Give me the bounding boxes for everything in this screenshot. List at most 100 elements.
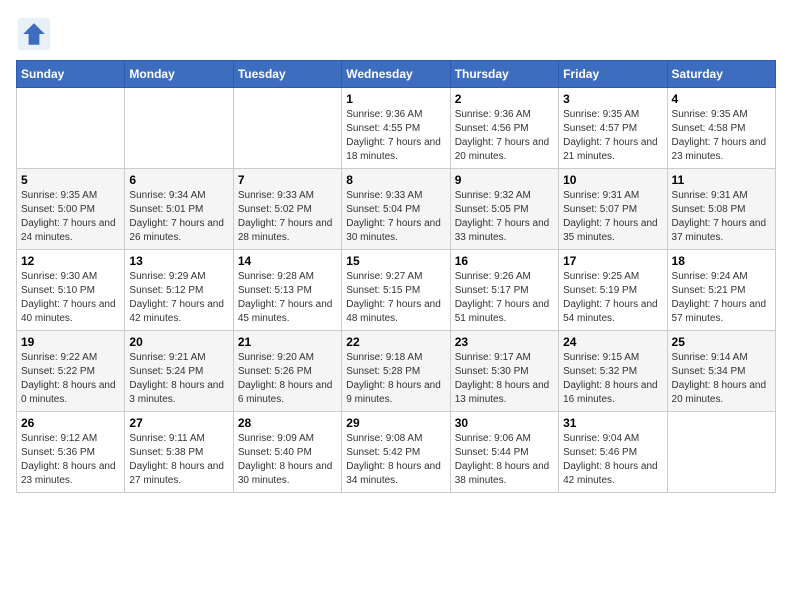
day-cell: 19 Sunrise: 9:22 AMSunset: 5:22 PMDayligh… [17,331,125,412]
day-info: Sunrise: 9:11 AMSunset: 5:38 PMDaylight:… [129,432,228,488]
day-info: Sunrise: 9:20 AMSunset: 5:26 PMDaylight:… [238,351,337,407]
day-info: Sunrise: 9:22 AMSunset: 5:22 PMDaylight:… [21,351,120,407]
day-info: Sunrise: 9:33 AMSunset: 5:02 PMDaylight:… [238,189,337,245]
day-number: 13 [129,254,228,268]
day-cell: 6 Sunrise: 9:34 AMSunset: 5:01 PMDaylight… [125,169,233,250]
day-number: 28 [238,416,337,430]
day-number: 15 [346,254,445,268]
day-cell: 25 Sunrise: 9:14 AMSunset: 5:34 PMDayligh… [667,331,775,412]
day-cell: 11Sunrise: 9:31 AMSunset: 5:08 PMDayligh… [667,169,775,250]
day-cell: 8 Sunrise: 9:33 AMSunset: 5:04 PMDaylight… [342,169,450,250]
day-number: 8 [346,173,445,187]
day-number: 12 [21,254,120,268]
day-cell [125,88,233,169]
day-cell: 12 Sunrise: 9:30 AMSunset: 5:10 PMDayligh… [17,250,125,331]
day-cell: 10 Sunrise: 9:31 AMSunset: 5:07 PMDayligh… [559,169,667,250]
day-cell: 2 Sunrise: 9:36 AMSunset: 4:56 PMDaylight… [450,88,558,169]
day-cell: 9 Sunrise: 9:32 AMSunset: 5:05 PMDaylight… [450,169,558,250]
day-info: Sunrise: 9:15 AMSunset: 5:32 PMDaylight:… [563,351,662,407]
day-cell: 26 Sunrise: 9:12 AMSunset: 5:36 PMDayligh… [17,412,125,493]
weekday-header-friday: Friday [559,61,667,88]
day-info: Sunrise: 9:17 AMSunset: 5:30 PMDaylight:… [455,351,554,407]
day-number: 26 [21,416,120,430]
day-cell: 28 Sunrise: 9:09 AMSunset: 5:40 PMDayligh… [233,412,341,493]
day-number: 16 [455,254,554,268]
day-info: Sunrise: 9:14 AMSunset: 5:34 PMDaylight:… [672,351,771,407]
day-cell: 31Sunrise: 9:04 AMSunset: 5:46 PMDayligh… [559,412,667,493]
day-cell: 18 Sunrise: 9:24 AMSunset: 5:21 PMDayligh… [667,250,775,331]
day-cell: 1Sunrise: 9:36 AMSunset: 4:55 PMDaylight… [342,88,450,169]
day-number: 24 [563,335,662,349]
day-info: Sunrise: 9:04 AMSunset: 5:46 PMDaylight:… [563,432,662,488]
day-info: Sunrise: 9:31 AMSunset: 5:08 PMDaylight:… [672,189,771,245]
weekday-header-thursday: Thursday [450,61,558,88]
day-info: Sunrise: 9:24 AMSunset: 5:21 PMDaylight:… [672,270,771,326]
day-cell: 5 Sunrise: 9:35 AMSunset: 5:00 PMDaylight… [17,169,125,250]
day-number: 18 [672,254,771,268]
day-number: 21 [238,335,337,349]
day-number: 3 [563,92,662,106]
week-row-3: 12 Sunrise: 9:30 AMSunset: 5:10 PMDayligh… [17,250,776,331]
day-number: 14 [238,254,337,268]
day-cell: 23 Sunrise: 9:17 AMSunset: 5:30 PMDayligh… [450,331,558,412]
day-number: 6 [129,173,228,187]
day-number: 1 [346,92,445,106]
day-info: Sunrise: 9:09 AMSunset: 5:40 PMDaylight:… [238,432,337,488]
day-cell: 27Sunrise: 9:11 AMSunset: 5:38 PMDayligh… [125,412,233,493]
logo [16,16,56,52]
day-number: 5 [21,173,120,187]
week-row-4: 19 Sunrise: 9:22 AMSunset: 5:22 PMDayligh… [17,331,776,412]
day-cell: 7Sunrise: 9:33 AMSunset: 5:02 PMDaylight… [233,169,341,250]
week-row-1: 1Sunrise: 9:36 AMSunset: 4:55 PMDaylight… [17,88,776,169]
day-info: Sunrise: 9:35 AMSunset: 4:57 PMDaylight:… [563,108,662,164]
day-info: Sunrise: 9:33 AMSunset: 5:04 PMDaylight:… [346,189,445,245]
day-cell [667,412,775,493]
day-info: Sunrise: 9:06 AMSunset: 5:44 PMDaylight:… [455,432,554,488]
day-number: 19 [21,335,120,349]
weekday-header-sunday: Sunday [17,61,125,88]
day-cell: 21 Sunrise: 9:20 AMSunset: 5:26 PMDayligh… [233,331,341,412]
day-cell: 15Sunrise: 9:27 AMSunset: 5:15 PMDayligh… [342,250,450,331]
day-number: 2 [455,92,554,106]
day-cell: 4 Sunrise: 9:35 AMSunset: 4:58 PMDaylight… [667,88,775,169]
day-info: Sunrise: 9:12 AMSunset: 5:36 PMDaylight:… [21,432,120,488]
weekday-header-wednesday: Wednesday [342,61,450,88]
day-info: Sunrise: 9:08 AMSunset: 5:42 PMDaylight:… [346,432,445,488]
day-info: Sunrise: 9:32 AMSunset: 5:05 PMDaylight:… [455,189,554,245]
day-number: 22 [346,335,445,349]
day-info: Sunrise: 9:31 AMSunset: 5:07 PMDaylight:… [563,189,662,245]
day-cell: 24 Sunrise: 9:15 AMSunset: 5:32 PMDayligh… [559,331,667,412]
day-number: 30 [455,416,554,430]
day-info: Sunrise: 9:18 AMSunset: 5:28 PMDaylight:… [346,351,445,407]
weekday-header-row: SundayMondayTuesdayWednesdayThursdayFrid… [17,61,776,88]
day-cell: 13 Sunrise: 9:29 AMSunset: 5:12 PMDayligh… [125,250,233,331]
day-cell: 29Sunrise: 9:08 AMSunset: 5:42 PMDayligh… [342,412,450,493]
day-cell: 17 Sunrise: 9:25 AMSunset: 5:19 PMDayligh… [559,250,667,331]
weekday-header-monday: Monday [125,61,233,88]
day-info: Sunrise: 9:21 AMSunset: 5:24 PMDaylight:… [129,351,228,407]
day-info: Sunrise: 9:36 AMSunset: 4:56 PMDaylight:… [455,108,554,164]
day-info: Sunrise: 9:34 AMSunset: 5:01 PMDaylight:… [129,189,228,245]
page-header [16,16,776,52]
day-number: 4 [672,92,771,106]
day-info: Sunrise: 9:35 AMSunset: 5:00 PMDaylight:… [21,189,120,245]
day-info: Sunrise: 9:35 AMSunset: 4:58 PMDaylight:… [672,108,771,164]
day-cell: 30 Sunrise: 9:06 AMSunset: 5:44 PMDayligh… [450,412,558,493]
weekday-header-saturday: Saturday [667,61,775,88]
day-cell: 20Sunrise: 9:21 AMSunset: 5:24 PMDayligh… [125,331,233,412]
day-cell [17,88,125,169]
day-info: Sunrise: 9:29 AMSunset: 5:12 PMDaylight:… [129,270,228,326]
day-cell: 14 Sunrise: 9:28 AMSunset: 5:13 PMDayligh… [233,250,341,331]
day-number: 9 [455,173,554,187]
day-number: 10 [563,173,662,187]
day-number: 17 [563,254,662,268]
day-cell: 3 Sunrise: 9:35 AMSunset: 4:57 PMDaylight… [559,88,667,169]
week-row-2: 5 Sunrise: 9:35 AMSunset: 5:00 PMDaylight… [17,169,776,250]
day-number: 23 [455,335,554,349]
day-cell [233,88,341,169]
day-info: Sunrise: 9:26 AMSunset: 5:17 PMDaylight:… [455,270,554,326]
day-info: Sunrise: 9:25 AMSunset: 5:19 PMDaylight:… [563,270,662,326]
day-number: 25 [672,335,771,349]
day-info: Sunrise: 9:28 AMSunset: 5:13 PMDaylight:… [238,270,337,326]
day-info: Sunrise: 9:30 AMSunset: 5:10 PMDaylight:… [21,270,120,326]
